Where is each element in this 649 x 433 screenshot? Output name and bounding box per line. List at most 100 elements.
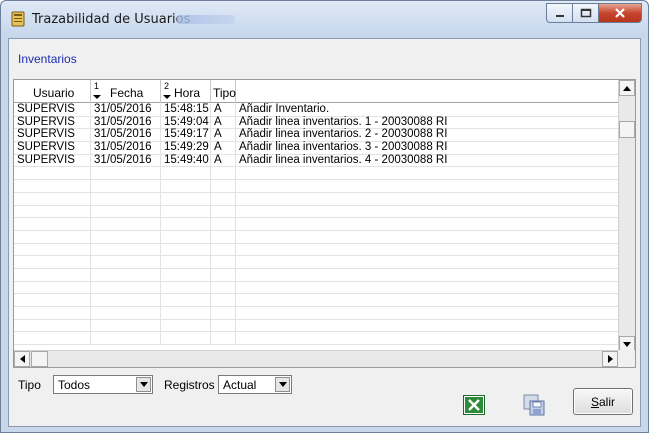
title-bar[interactable]: Trazabilidad de Usuarios xyxy=(1,1,648,37)
main-window: Trazabilidad de Usuarios Inventarios Usu… xyxy=(0,0,649,433)
table-cell xyxy=(91,217,161,231)
table-cell xyxy=(236,293,619,306)
close-button[interactable] xyxy=(598,3,642,23)
table-cell xyxy=(91,204,161,218)
table-cell xyxy=(14,166,91,180)
table-cell xyxy=(91,293,161,307)
chevron-down-icon xyxy=(139,382,148,387)
maximize-button[interactable] xyxy=(572,3,598,23)
save-button[interactable] xyxy=(521,392,547,417)
sort-descending-icon xyxy=(163,95,171,99)
arrow-down-icon xyxy=(623,341,631,347)
table-cell: 15:49:40 xyxy=(161,153,211,167)
table-cell: SUPERVIS xyxy=(14,141,91,155)
table-cell: 31/05/2016 xyxy=(91,141,161,155)
maximize-icon xyxy=(580,8,591,18)
tipo-select[interactable]: Todos xyxy=(53,375,153,394)
table-cell xyxy=(236,243,619,256)
table-cell: Añadir Inventario. xyxy=(239,103,330,115)
table-row-empty[interactable] xyxy=(14,331,619,346)
table-cell xyxy=(161,166,211,180)
table-cell: 15:49:29 xyxy=(161,141,211,155)
export-excel-button[interactable] xyxy=(461,392,487,417)
table-cell: 31/05/2016 xyxy=(91,153,161,167)
scroll-left-button[interactable] xyxy=(14,351,30,367)
registros-label: Registros xyxy=(164,378,215,392)
minimize-button[interactable] xyxy=(546,3,572,23)
table-cell xyxy=(161,280,211,294)
tipo-dropdown-button[interactable] xyxy=(136,377,151,392)
table-cell xyxy=(91,318,161,332)
table-cell xyxy=(211,280,236,294)
table-cell xyxy=(236,306,619,319)
table-cell: A xyxy=(211,115,236,129)
column-header-hora[interactable]: 2 Hora xyxy=(161,80,211,103)
salir-button[interactable]: Salir xyxy=(573,388,633,415)
horizontal-scrollbar[interactable] xyxy=(14,350,619,367)
window-controls xyxy=(546,3,642,23)
table-cell xyxy=(14,242,91,256)
sort-order-number: 2 xyxy=(164,81,170,91)
table-cell xyxy=(91,191,161,205)
column-header-label: Tipo xyxy=(213,86,236,100)
table-cell xyxy=(14,217,91,231)
registros-select-value: Actual xyxy=(223,378,257,392)
arrow-right-icon xyxy=(607,355,613,363)
chevron-down-icon xyxy=(278,382,287,387)
registros-dropdown-button[interactable] xyxy=(275,377,290,392)
table-cell xyxy=(161,267,211,281)
table-cell xyxy=(211,255,236,269)
scrollbar-corner xyxy=(618,350,635,367)
excel-export-icon xyxy=(463,394,485,415)
table-cell xyxy=(161,242,211,256)
table-cell xyxy=(211,204,236,218)
table-cell xyxy=(161,331,211,345)
table-cell xyxy=(91,306,161,319)
vertical-scroll-thumb[interactable] xyxy=(619,121,635,138)
table-cell xyxy=(91,229,161,243)
table-cell: SUPERVIS xyxy=(14,103,91,116)
column-header-label: Fecha xyxy=(110,86,144,100)
table-cell xyxy=(161,293,211,307)
sort-descending-icon xyxy=(93,95,101,99)
table-cell: A xyxy=(211,153,236,167)
vertical-scrollbar[interactable] xyxy=(618,80,635,352)
table-cell xyxy=(91,267,161,281)
column-header-usuario[interactable]: Usuario xyxy=(14,80,91,103)
table-cell xyxy=(161,229,211,243)
table-cell xyxy=(91,242,161,256)
scroll-up-button[interactable] xyxy=(619,80,635,96)
scroll-right-button[interactable] xyxy=(602,351,618,367)
audit-log-grid[interactable]: Usuario 1 Fecha 2 Hora Tipo SUPERVIS 31/… xyxy=(13,79,636,368)
table-cell xyxy=(211,166,236,180)
table-cell xyxy=(236,268,619,281)
table-cell: 31/05/2016 xyxy=(91,103,161,116)
table-cell xyxy=(211,331,236,345)
salir-accelerator: S xyxy=(590,394,599,409)
column-header-fecha[interactable]: 1 Fecha xyxy=(91,80,161,103)
table-cell xyxy=(236,179,619,192)
app-icon xyxy=(11,11,25,27)
table-cell xyxy=(14,306,91,319)
table-cell xyxy=(161,204,211,218)
title-redacted xyxy=(177,15,235,24)
column-header-tipo[interactable]: Tipo xyxy=(211,80,236,103)
horizontal-scroll-thumb[interactable] xyxy=(31,351,48,367)
table-cell xyxy=(14,331,91,345)
table-cell xyxy=(14,280,91,294)
table-cell xyxy=(236,205,619,218)
table-cell: Añadir linea inventarios. 2 - 20030088 R… xyxy=(239,128,448,141)
save-disk-icon xyxy=(523,394,545,415)
column-header-descripcion[interactable] xyxy=(236,80,619,103)
table-cell xyxy=(211,179,236,193)
table-cell xyxy=(211,318,236,332)
table-cell xyxy=(211,267,236,281)
grid-header: Usuario 1 Fecha 2 Hora Tipo xyxy=(14,80,619,103)
salir-label: alir xyxy=(599,394,616,409)
table-cell xyxy=(161,191,211,205)
table-cell xyxy=(14,255,91,269)
table-cell xyxy=(211,217,236,231)
table-cell xyxy=(91,255,161,269)
registros-select[interactable]: Actual xyxy=(218,375,292,394)
table-cell xyxy=(236,255,619,268)
